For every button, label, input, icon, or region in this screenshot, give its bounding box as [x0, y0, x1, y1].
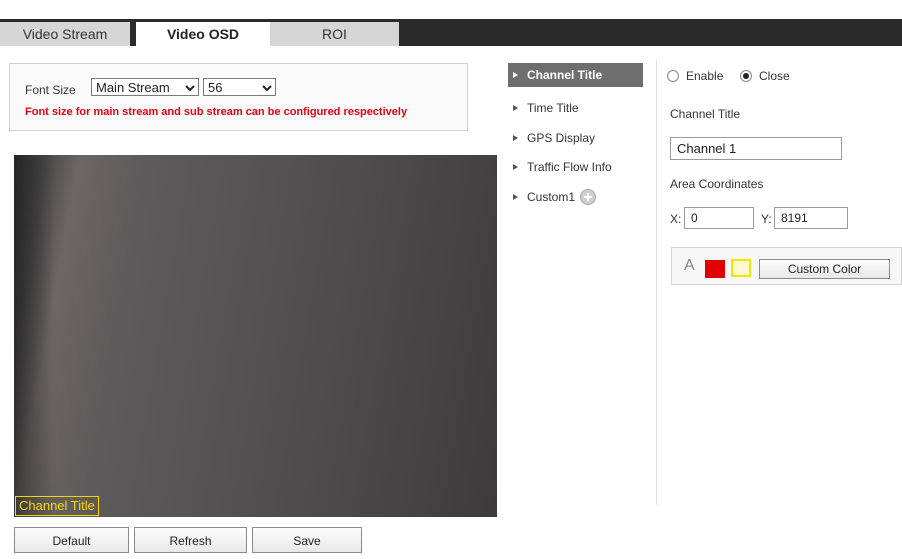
y-label: Y:	[761, 212, 772, 226]
tab-bar: Video Stream Video OSD ROI	[0, 19, 902, 46]
menu-item-traffic-flow-info[interactable]: Traffic Flow Info	[508, 155, 643, 179]
yellow-swatch[interactable]	[731, 259, 751, 277]
top-strip	[0, 0, 902, 19]
stream-select-value: Main Stream	[96, 80, 170, 95]
font-color-icon: A	[684, 257, 695, 274]
tab-video-osd[interactable]: Video OSD	[136, 22, 270, 46]
menu-item-label: Channel Title	[527, 68, 603, 82]
save-button[interactable]: Save	[252, 527, 362, 553]
caret-right-icon	[513, 135, 518, 141]
caret-right-icon	[513, 194, 518, 200]
chevron-down-icon	[262, 85, 272, 92]
stream-select[interactable]: Main Stream	[91, 78, 199, 96]
osd-channel-title[interactable]: Channel Title	[15, 496, 99, 516]
close-label: Close	[759, 69, 790, 83]
menu-item-label: GPS Display	[527, 131, 596, 145]
caret-right-icon	[513, 164, 518, 170]
menu-item-label: Custom1	[527, 190, 576, 204]
size-select-value: 56	[208, 80, 223, 95]
tab-roi[interactable]: ROI	[270, 22, 399, 46]
refresh-button[interactable]: Refresh	[134, 527, 247, 553]
font-size-label: Font Size	[25, 83, 76, 97]
tab-video-stream[interactable]: Video Stream	[0, 22, 130, 46]
enable-radio[interactable]	[667, 70, 679, 82]
red-swatch[interactable]	[705, 260, 725, 278]
font-size-hint: Font size for main stream and sub stream…	[25, 106, 408, 118]
close-radio[interactable]	[740, 70, 752, 82]
x-label: X:	[670, 212, 682, 226]
menu-item-label: Traffic Flow Info	[527, 160, 612, 174]
custom-color-button[interactable]: Custom Color	[759, 259, 890, 279]
menu-item-label: Time Title	[527, 101, 579, 115]
video-preview[interactable]: Channel Title	[14, 155, 497, 517]
menu-item-custom1[interactable]: Custom1	[508, 185, 643, 209]
size-select[interactable]: 56	[203, 78, 276, 96]
caret-right-icon	[513, 72, 518, 78]
x-input[interactable]: 0	[684, 207, 754, 229]
menu-item-gps-display[interactable]: GPS Display	[508, 126, 643, 150]
y-input[interactable]: 8191	[774, 207, 848, 229]
caret-right-icon	[513, 105, 518, 111]
menu-item-time-title[interactable]: Time Title	[508, 96, 643, 120]
video-shade	[14, 155, 54, 517]
add-icon[interactable]	[580, 189, 596, 205]
menu-item-channel-title[interactable]: Channel Title	[508, 63, 643, 87]
chevron-down-icon	[185, 85, 195, 92]
panel-divider	[656, 60, 657, 505]
channel-title-label: Channel Title	[670, 107, 741, 121]
area-coordinates-label: Area Coordinates	[670, 177, 764, 191]
channel-title-input[interactable]: Channel 1	[670, 137, 842, 160]
enable-label: Enable	[686, 69, 724, 83]
color-panel: A Custom Color	[671, 247, 902, 285]
default-button[interactable]: Default	[14, 527, 129, 553]
font-size-panel: Font Size Main Stream 56 Font size for m…	[9, 63, 468, 131]
